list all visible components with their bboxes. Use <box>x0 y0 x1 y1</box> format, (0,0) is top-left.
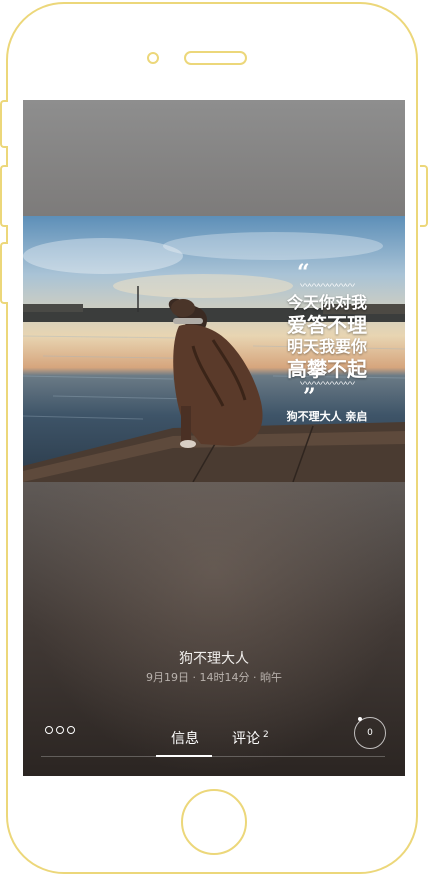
power-button <box>420 165 428 227</box>
caption-line-3: 明天我要你 <box>286 337 367 356</box>
author-name[interactable]: 狗不理大人 <box>23 648 405 668</box>
post-image[interactable]: “ 〰〰〰〰〰〰 今天你对我 爱答不理 明天我要你 高攀不起 〰〰〰〰〰〰 ” … <box>23 216 405 482</box>
tab-divider <box>41 756 385 757</box>
home-button[interactable] <box>181 789 247 855</box>
image-caption: “ 〰〰〰〰〰〰 今天你对我 爱答不理 明天我要你 高攀不起 〰〰〰〰〰〰 ” … <box>267 260 387 424</box>
tab-info-label: 信息 <box>171 731 199 747</box>
close-quote: ” <box>303 384 316 410</box>
more-dots-icon[interactable] <box>45 726 75 734</box>
open-quote: “ <box>297 260 310 286</box>
caption-signature: 狗不理大人 亲启 <box>286 410 368 423</box>
tab-info[interactable]: 信息 <box>171 728 199 748</box>
dot <box>56 726 64 734</box>
volume-down-button <box>0 242 8 304</box>
like-indicator-dot <box>358 717 362 721</box>
app-screen: “ 〰〰〰〰〰〰 今天你对我 爱答不理 明天我要你 高攀不起 〰〰〰〰〰〰 ” … <box>23 100 405 776</box>
background-gradient <box>23 480 405 776</box>
active-tab-indicator <box>156 755 212 757</box>
caption-line-4: 高攀不起 <box>287 357 367 381</box>
front-camera <box>147 52 159 64</box>
volume-up-button <box>0 165 8 227</box>
wave-divider-top: 〰〰〰〰〰〰 <box>300 281 355 292</box>
tab-comments[interactable]: 评论 2 <box>232 728 269 748</box>
caption-line-1: 今天你对我 <box>286 293 367 312</box>
earpiece-speaker <box>184 51 247 65</box>
tab-comments-label: 评论 <box>232 731 260 747</box>
dot <box>45 726 53 734</box>
like-button[interactable]: 0 <box>354 717 386 749</box>
comment-count: 2 <box>263 730 269 741</box>
mute-switch <box>0 100 8 148</box>
like-count: 0 <box>367 728 373 738</box>
post-meta: 9月19日 · 14时14分 · 晌午 <box>146 671 282 684</box>
caption-line-2: 爱答不理 <box>287 313 367 337</box>
dot <box>67 726 75 734</box>
